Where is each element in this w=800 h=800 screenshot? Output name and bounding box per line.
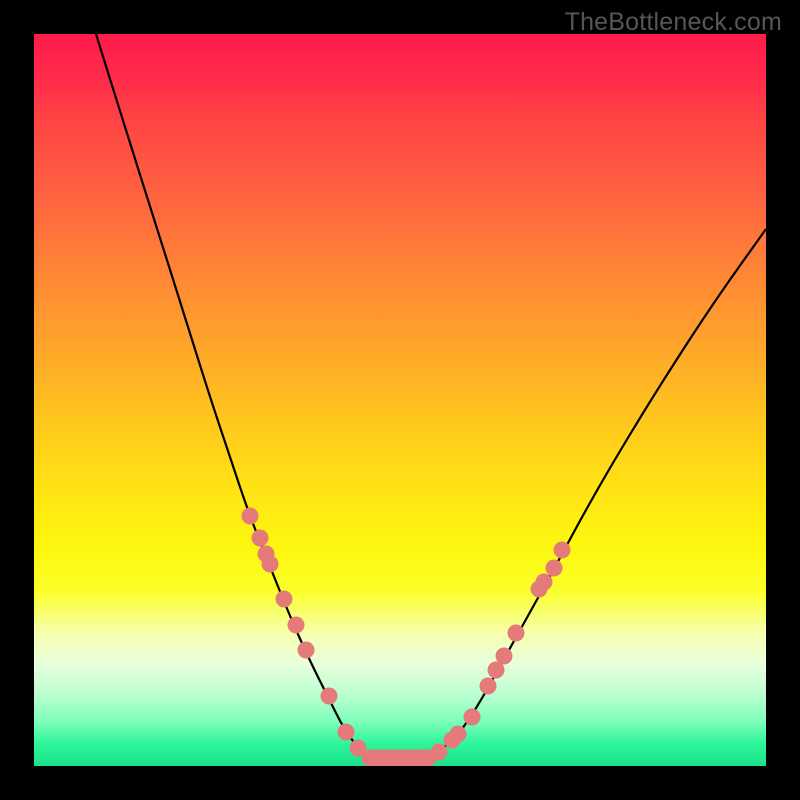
chart-frame: TheBottleneck.com <box>0 0 800 800</box>
data-point <box>464 709 481 726</box>
left-data-points <box>242 508 367 757</box>
data-point <box>546 560 563 577</box>
watermark-text: TheBottleneck.com <box>565 8 782 37</box>
data-point <box>242 508 259 525</box>
data-point <box>298 642 315 659</box>
data-point <box>508 625 525 642</box>
data-point <box>321 688 338 705</box>
data-point <box>252 530 269 547</box>
curve-layer <box>34 34 766 766</box>
data-point <box>338 724 355 741</box>
data-point <box>496 648 513 665</box>
bottleneck-curve <box>96 34 766 760</box>
data-point <box>536 574 553 591</box>
data-point <box>262 556 279 573</box>
data-point <box>288 617 305 634</box>
data-point <box>431 744 448 761</box>
right-data-points <box>431 542 571 761</box>
data-point <box>350 740 367 757</box>
data-point <box>554 542 571 559</box>
plot-area <box>34 34 766 766</box>
data-point <box>480 678 497 695</box>
data-point <box>450 726 467 743</box>
data-point <box>276 591 293 608</box>
